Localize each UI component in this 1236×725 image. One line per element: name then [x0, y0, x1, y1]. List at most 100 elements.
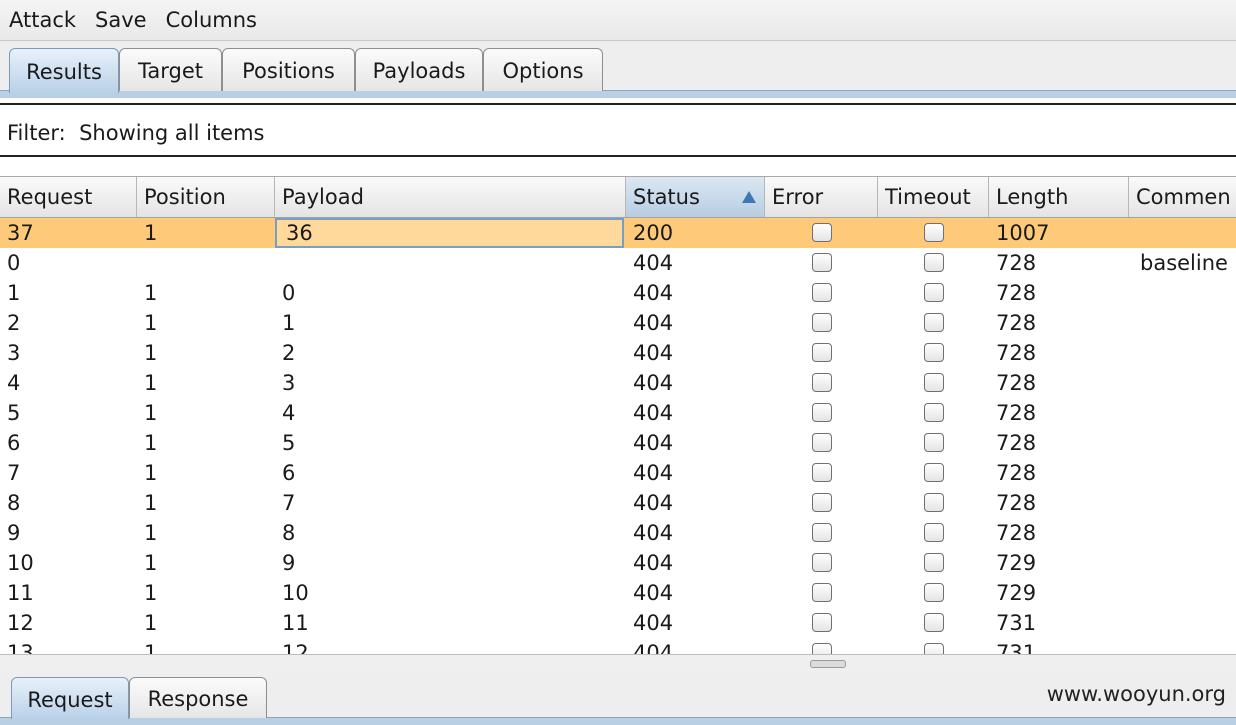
cell-payload-focused: 36	[275, 218, 624, 248]
drag-grip-icon[interactable]	[810, 660, 846, 668]
error-checkbox[interactable]	[812, 433, 832, 452]
cell-payload: 3	[282, 371, 296, 395]
timeout-checkbox[interactable]	[924, 223, 944, 242]
column-payload[interactable]: Payload	[275, 177, 626, 217]
timeout-checkbox[interactable]	[924, 613, 944, 632]
table-row[interactable]: 12 1 11 404 731	[0, 608, 1236, 638]
timeout-checkbox[interactable]	[924, 583, 944, 602]
timeout-checkbox[interactable]	[924, 463, 944, 482]
column-timeout[interactable]: Timeout	[878, 177, 989, 217]
table-row[interactable]: 13 1 12 404 731	[0, 638, 1236, 655]
results-table: Request Position Payload Status Error Ti…	[0, 176, 1236, 655]
cell-status: 404	[633, 551, 674, 575]
menu-save[interactable]: Save	[86, 0, 155, 40]
error-checkbox[interactable]	[812, 283, 832, 302]
table-row[interactable]: 0 404 728 baseline	[0, 248, 1236, 278]
column-position[interactable]: Position	[137, 177, 275, 217]
table-row[interactable]: 2 1 1 404 728	[0, 308, 1236, 338]
error-checkbox[interactable]	[812, 343, 832, 362]
cell-position: 1	[144, 371, 158, 395]
table-row[interactable]: 11 1 10 404 729	[0, 578, 1236, 608]
cell-payload: 9	[282, 551, 296, 575]
column-request[interactable]: Request	[0, 177, 137, 217]
cell-length: 728	[996, 491, 1037, 515]
cell-length: 731	[996, 611, 1037, 635]
column-length[interactable]: Length	[989, 177, 1129, 217]
table-row[interactable]: 4 1 3 404 728	[0, 368, 1236, 398]
sort-ascending-icon	[742, 191, 756, 203]
table-row[interactable]: 3 1 2 404 728	[0, 338, 1236, 368]
tab-request[interactable]: Request	[11, 677, 129, 719]
error-checkbox[interactable]	[812, 553, 832, 572]
error-checkbox[interactable]	[812, 613, 832, 632]
error-checkbox[interactable]	[812, 403, 832, 422]
tab-positions[interactable]: Positions	[222, 48, 355, 91]
cell-comment	[1129, 278, 1140, 308]
table-row[interactable]: 37 1 36 200 1007	[0, 218, 1236, 248]
cell-request: 13	[7, 641, 34, 655]
timeout-checkbox[interactable]	[924, 373, 944, 392]
table-header: Request Position Payload Status Error Ti…	[0, 177, 1236, 218]
cell-status: 404	[633, 431, 674, 455]
cell-request: 8	[7, 491, 21, 515]
menu-columns[interactable]: Columns	[157, 0, 265, 40]
tab-results[interactable]: Results	[9, 48, 119, 93]
cell-payload: 5	[282, 431, 296, 455]
table-row[interactable]: 9 1 8 404 728	[0, 518, 1236, 548]
table-row[interactable]: 7 1 6 404 728	[0, 458, 1236, 488]
timeout-checkbox[interactable]	[924, 493, 944, 512]
cell-status: 404	[633, 611, 674, 635]
table-row[interactable]: 10 1 9 404 729	[0, 548, 1236, 578]
cell-request: 5	[7, 401, 21, 425]
cell-request: 7	[7, 461, 21, 485]
cell-position: 1	[144, 221, 158, 245]
cell-position: 1	[144, 641, 158, 655]
error-checkbox[interactable]	[812, 373, 832, 392]
column-comment[interactable]: Commen	[1129, 177, 1236, 217]
menu-attack[interactable]: Attack	[0, 0, 84, 40]
cell-request: 11	[7, 581, 34, 605]
tab-target[interactable]: Target	[119, 48, 222, 91]
timeout-checkbox[interactable]	[924, 313, 944, 332]
cell-comment	[1129, 548, 1140, 578]
filter-label: Filter:	[7, 121, 66, 145]
error-checkbox[interactable]	[812, 523, 832, 542]
error-checkbox[interactable]	[812, 223, 832, 242]
timeout-checkbox[interactable]	[924, 283, 944, 302]
cell-request: 10	[7, 551, 34, 575]
column-error[interactable]: Error	[765, 177, 878, 217]
cell-status: 404	[633, 311, 674, 335]
cell-request: 0	[7, 251, 21, 275]
cell-comment	[1129, 488, 1140, 518]
table-row[interactable]: 1 1 0 404 728	[0, 278, 1236, 308]
error-checkbox[interactable]	[812, 253, 832, 272]
error-checkbox[interactable]	[812, 493, 832, 512]
error-checkbox[interactable]	[812, 463, 832, 482]
timeout-checkbox[interactable]	[924, 523, 944, 542]
cell-position: 1	[144, 341, 158, 365]
cell-length: 729	[996, 581, 1037, 605]
tab-payloads[interactable]: Payloads	[355, 48, 483, 91]
timeout-checkbox[interactable]	[924, 253, 944, 272]
timeout-checkbox[interactable]	[924, 403, 944, 422]
tab-options[interactable]: Options	[483, 48, 603, 91]
filter-bar[interactable]: Filter: Showing all items	[0, 103, 1236, 157]
error-checkbox[interactable]	[812, 583, 832, 602]
column-status[interactable]: Status	[626, 177, 765, 217]
cell-request: 3	[7, 341, 21, 365]
table-row[interactable]: 6 1 5 404 728	[0, 428, 1236, 458]
table-row[interactable]: 5 1 4 404 728	[0, 398, 1236, 428]
cell-payload	[275, 248, 282, 278]
timeout-checkbox[interactable]	[924, 343, 944, 362]
timeout-checkbox[interactable]	[924, 553, 944, 572]
cell-comment: baseline	[1140, 251, 1228, 275]
table-row[interactable]: 8 1 7 404 728	[0, 488, 1236, 518]
cell-request: 2	[7, 311, 21, 335]
error-checkbox[interactable]	[812, 313, 832, 332]
split-pane-divider[interactable]	[0, 654, 1236, 675]
cell-comment	[1129, 638, 1140, 655]
tab-response[interactable]: Response	[129, 677, 267, 718]
timeout-checkbox[interactable]	[924, 433, 944, 452]
cell-length: 728	[996, 461, 1037, 485]
cell-length: 728	[996, 341, 1037, 365]
